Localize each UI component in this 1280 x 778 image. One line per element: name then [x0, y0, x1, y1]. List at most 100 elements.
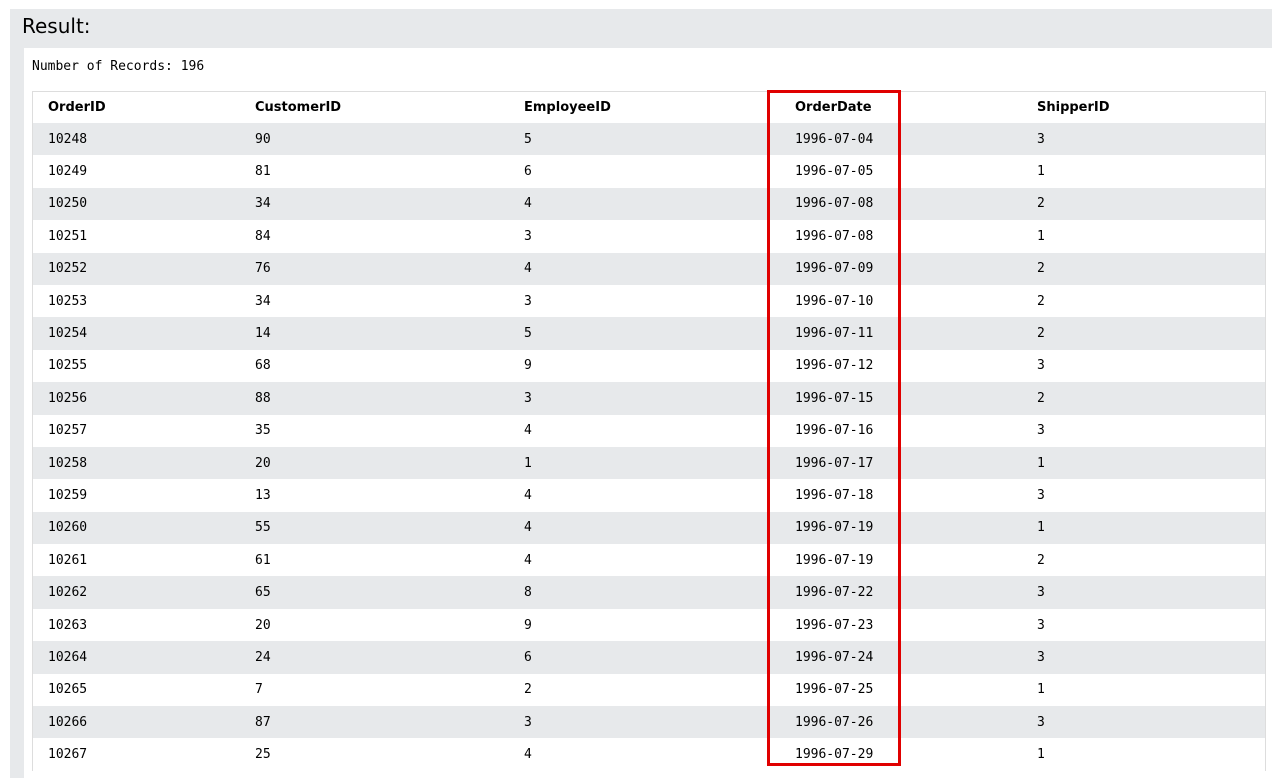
cell-employeeid: 3: [524, 228, 532, 244]
column-header-employeeid: EmployeeID: [509, 92, 780, 123]
table-row: 10263 20 9 1996-07-23 3: [33, 608, 1265, 642]
result-panel: Number of Records: 196 OrderID CustomerI…: [24, 48, 1272, 778]
cell-orderdate: 1996-07-05: [795, 164, 874, 180]
cell-orderid: 10266: [48, 714, 88, 730]
cell-shipperid: 2: [1037, 261, 1045, 277]
cell-customerid: 55: [255, 520, 271, 536]
cell-employeeid: 4: [524, 423, 532, 439]
cell-employeeid: 6: [524, 649, 532, 665]
cell-orderid: 10251: [48, 228, 88, 244]
table-row: 10258 20 1 1996-07-17 1: [33, 446, 1265, 480]
cell-customerid: 81: [255, 164, 271, 180]
table-header-row: OrderID CustomerID EmployeeID OrderDate …: [33, 92, 1265, 123]
cell-employeeid: 8: [524, 585, 532, 601]
cell-employeeid: 4: [524, 196, 532, 212]
table-row: 10253 34 3 1996-07-10 2: [33, 284, 1265, 318]
cell-shipperid: 2: [1037, 196, 1045, 212]
cell-orderdate: 1996-07-29: [795, 747, 874, 763]
cell-orderdate: 1996-07-09: [795, 261, 874, 277]
table-row: 10259 13 4 1996-07-18 3: [33, 479, 1265, 512]
column-header-customerid: CustomerID: [240, 92, 509, 123]
cell-customerid: 65: [255, 585, 271, 601]
cell-shipperid: 1: [1037, 520, 1045, 536]
cell-customerid: 20: [255, 617, 271, 633]
cell-orderdate: 1996-07-22: [795, 585, 874, 601]
cell-orderdate: 1996-07-08: [795, 228, 874, 244]
cell-orderdate: 1996-07-23: [795, 617, 874, 633]
table-row: 10248 90 5 1996-07-04 3: [33, 123, 1265, 156]
cell-orderdate: 1996-07-18: [795, 487, 874, 503]
cell-shipperid: 1: [1037, 747, 1045, 763]
cell-customerid: 61: [255, 552, 271, 568]
results-table: OrderID CustomerID EmployeeID OrderDate …: [33, 92, 1265, 771]
cell-employeeid: 4: [524, 552, 532, 568]
cell-employeeid: 1: [524, 455, 532, 471]
cell-orderdate: 1996-07-04: [795, 131, 874, 147]
cell-orderid: 10256: [48, 390, 88, 406]
cell-orderid: 10258: [48, 455, 88, 471]
column-header-orderid: OrderID: [33, 92, 240, 123]
cell-orderid: 10259: [48, 487, 88, 503]
table-row: 10257 35 4 1996-07-16 3: [33, 414, 1265, 447]
cell-customerid: 68: [255, 358, 271, 374]
table-row: 10255 68 9 1996-07-12 3: [33, 349, 1265, 383]
cell-shipperid: 3: [1037, 131, 1045, 147]
cell-customerid: 7: [255, 682, 263, 698]
cell-orderdate: 1996-07-10: [795, 293, 874, 309]
cell-shipperid: 1: [1037, 164, 1045, 180]
table-row: 10250 34 4 1996-07-08 2: [33, 187, 1265, 221]
cell-employeeid: 4: [524, 747, 532, 763]
cell-shipperid: 3: [1037, 487, 1045, 503]
cell-customerid: 87: [255, 714, 271, 730]
cell-orderdate: 1996-07-19: [795, 520, 874, 536]
cell-customerid: 13: [255, 487, 271, 503]
column-header-orderdate: OrderDate: [780, 92, 1022, 123]
table-row: 10254 14 5 1996-07-11 2: [33, 317, 1265, 350]
table-row: 10249 81 6 1996-07-05 1: [33, 155, 1265, 188]
cell-orderid: 10254: [48, 326, 88, 342]
cell-orderid: 10257: [48, 423, 88, 439]
result-title: Result:: [22, 14, 91, 38]
table-row: 10265 7 2 1996-07-25 1: [33, 673, 1265, 707]
cell-shipperid: 3: [1037, 358, 1045, 374]
table-row: 10262 65 8 1996-07-22 3: [33, 576, 1265, 609]
column-header-shipperid: ShipperID: [1022, 92, 1265, 123]
cell-customerid: 25: [255, 747, 271, 763]
cell-orderdate: 1996-07-12: [795, 358, 874, 374]
cell-orderid: 10250: [48, 196, 88, 212]
cell-employeeid: 3: [524, 390, 532, 406]
cell-orderid: 10248: [48, 131, 88, 147]
table-row: 10252 76 4 1996-07-09 2: [33, 252, 1265, 285]
table-row: 10261 61 4 1996-07-19 2: [33, 544, 1265, 577]
cell-employeeid: 4: [524, 520, 532, 536]
cell-shipperid: 2: [1037, 326, 1045, 342]
cell-orderdate: 1996-07-26: [795, 714, 874, 730]
cell-employeeid: 4: [524, 487, 532, 503]
cell-customerid: 90: [255, 131, 271, 147]
cell-orderid: 10260: [48, 520, 88, 536]
cell-employeeid: 6: [524, 164, 532, 180]
cell-customerid: 88: [255, 390, 271, 406]
cell-customerid: 34: [255, 196, 271, 212]
cell-shipperid: 2: [1037, 390, 1045, 406]
cell-orderid: 10253: [48, 293, 88, 309]
cell-shipperid: 1: [1037, 228, 1045, 244]
cell-customerid: 34: [255, 293, 271, 309]
cell-customerid: 76: [255, 261, 271, 277]
cell-customerid: 24: [255, 649, 271, 665]
cell-orderdate: 1996-07-25: [795, 682, 874, 698]
cell-employeeid: 5: [524, 131, 532, 147]
cell-shipperid: 3: [1037, 617, 1045, 633]
cell-customerid: 14: [255, 326, 271, 342]
cell-orderdate: 1996-07-17: [795, 455, 874, 471]
cell-employeeid: 3: [524, 293, 532, 309]
cell-shipperid: 2: [1037, 293, 1045, 309]
table-row: 10266 87 3 1996-07-26 3: [33, 706, 1265, 739]
cell-orderdate: 1996-07-15: [795, 390, 874, 406]
cell-customerid: 35: [255, 423, 271, 439]
cell-orderid: 10265: [48, 682, 88, 698]
cell-shipperid: 1: [1037, 682, 1045, 698]
cell-orderid: 10252: [48, 261, 88, 277]
cell-orderid: 10263: [48, 617, 88, 633]
cell-shipperid: 1: [1037, 455, 1045, 471]
